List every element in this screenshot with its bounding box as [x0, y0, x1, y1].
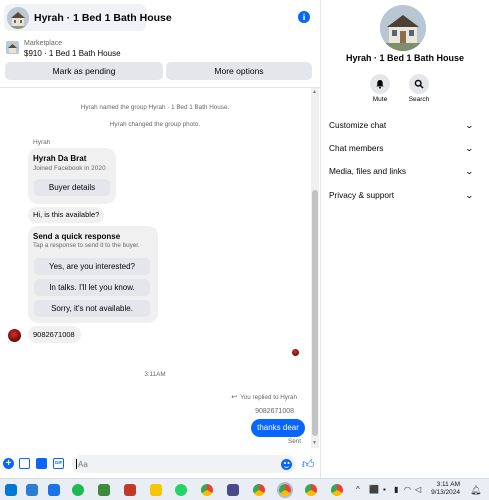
sticker-icon[interactable]	[36, 458, 47, 469]
like-icon[interactable]: 👍︎	[302, 457, 315, 472]
sender-name: Hyrah	[33, 139, 51, 146]
mark-as-pending-button[interactable]: Mark as pending	[5, 62, 163, 80]
wifi-icon[interactable]: ◠	[404, 485, 411, 494]
quick-response-card: Send a quick response Tap a response to …	[28, 226, 158, 323]
message-composer: + GIF 👍︎	[0, 451, 321, 476]
whatsapp-icon[interactable]	[175, 484, 187, 496]
chevron-down-icon: ⌄	[464, 120, 475, 130]
photo-icon[interactable]	[19, 458, 30, 469]
scroll-down-icon[interactable]: ▼	[312, 440, 317, 446]
quick-response-in-talks-button[interactable]: In talks. I'll let you know.	[34, 279, 150, 296]
listing-source: Marketplace	[24, 40, 63, 47]
message-bubble: 9082671008	[28, 326, 81, 343]
message-input[interactable]	[72, 455, 296, 473]
app-icon[interactable]	[26, 484, 38, 496]
chat-pane: Hyrah · 1 Bed 1 Bath House i Marketplace…	[0, 0, 321, 478]
chrome-icon[interactable]	[331, 484, 343, 496]
chevron-down-icon: ⌄	[464, 166, 475, 176]
section-label: Media, files and links	[329, 166, 407, 176]
search-button[interactable]	[409, 74, 429, 94]
reply-note: ↩ You replied to Hyrah	[231, 393, 297, 402]
emoji-icon[interactable]	[281, 459, 292, 470]
info-icon[interactable]: i	[298, 11, 310, 23]
message-bubble: Hi, is this available?	[28, 207, 104, 223]
quick-response-yes-button[interactable]: Yes, are you interested?	[34, 258, 150, 275]
search-icon	[414, 79, 424, 89]
scroll-up-icon[interactable]: ▲	[312, 89, 317, 95]
battery-icon[interactable]: ▮	[394, 485, 398, 494]
avatar[interactable]	[8, 329, 21, 342]
quick-response-not-available-button[interactable]: Sorry, it's not available.	[34, 300, 150, 317]
details-title: Hyrah · 1 Bed 1 Bath House	[345, 53, 465, 63]
spotify-icon[interactable]	[72, 484, 84, 496]
start-icon[interactable]	[5, 484, 17, 496]
chrome-icon[interactable]	[305, 484, 317, 496]
quoted-message: 9082671008	[255, 408, 294, 415]
buyer-joined: Joined Facebook in 2020	[33, 165, 106, 172]
gif-icon[interactable]: GIF	[53, 458, 64, 469]
chat-title-button[interactable]: Hyrah · 1 Bed 1 Bath House	[4, 4, 172, 31]
chat-title: Hyrah · 1 Bed 1 Bath House	[34, 11, 172, 24]
scrollbar-thumb[interactable]	[312, 190, 318, 436]
app-icon[interactable]	[48, 484, 60, 496]
section-label: Privacy & support	[329, 190, 395, 200]
group-photo-large[interactable]	[380, 5, 426, 51]
details-pane: Hyrah · 1 Bed 1 Bath House Mute Search C…	[321, 0, 489, 478]
clock-date: 9/13/2024	[431, 489, 460, 496]
section-customize-chat[interactable]: Customize chat ⌄	[329, 117, 475, 133]
tray-overflow-icon[interactable]: ^	[356, 485, 360, 494]
plus-icon[interactable]: +	[3, 458, 14, 469]
buyer-name: Hyrah Da Brat	[33, 154, 87, 163]
quick-response-subtitle: Tap a response to send it to the buyer.	[33, 242, 140, 249]
app-tray-icon[interactable]: ⬛	[369, 485, 379, 494]
section-chat-members[interactable]: Chat members ⌄	[329, 140, 475, 156]
system-message: Hyrah changed the group photo.	[109, 121, 201, 128]
clock-time: 3:11 AM	[436, 481, 460, 488]
app-icon[interactable]	[124, 484, 136, 496]
chevron-down-icon: ⌄	[464, 143, 475, 153]
listing-thumbnail[interactable]	[6, 41, 19, 54]
search-label: Search	[408, 96, 430, 103]
read-receipt-avatar	[292, 349, 299, 356]
app-icon[interactable]	[227, 484, 239, 496]
section-label: Customize chat	[329, 120, 387, 130]
system-clock[interactable]: 3:11 AM 9/13/2024	[426, 481, 460, 497]
chevron-down-icon: ⌄	[464, 190, 475, 200]
message-timestamp: 3:11AM	[144, 371, 166, 378]
taskbar: ^ ⬛ ▪ ▮ ◠ ◁ 3:11 AM 9/13/2024 🔔︎	[0, 478, 489, 500]
system-message: Hyrah named the group Hyrah · 1 Bed 1 Ba…	[80, 104, 230, 111]
sent-status: Sent	[288, 438, 301, 445]
section-privacy-support[interactable]: Privacy & support ⌄	[329, 187, 475, 203]
buyer-profile-card: Hyrah Da Brat Joined Facebook in 2020 Bu…	[28, 148, 116, 204]
listing-name[interactable]: $910 · 1 Bed 1 Bath House	[24, 49, 121, 58]
reply-note-text: You replied to Hyrah	[240, 393, 297, 401]
bell-icon	[376, 80, 384, 89]
group-photo	[7, 6, 29, 29]
notification-bell-icon[interactable]: 🔔︎	[470, 485, 481, 496]
section-label: Chat members	[329, 143, 384, 153]
sticky-notes-icon[interactable]	[150, 484, 162, 496]
chrome-icon[interactable]	[253, 484, 265, 496]
app-tray-icon[interactable]: ▪	[383, 485, 386, 494]
section-media-files-links[interactable]: Media, files and links ⌄	[329, 163, 475, 179]
more-options-button[interactable]: More options	[166, 62, 312, 80]
volume-icon[interactable]: ◁	[415, 485, 421, 494]
sent-message-bubble: thanks dear	[251, 419, 305, 437]
app-icon[interactable]	[98, 484, 110, 496]
text-caret	[76, 459, 77, 469]
chrome-icon-active[interactable]	[277, 482, 293, 498]
quick-response-title: Send a quick response	[33, 232, 121, 241]
chat-header: Hyrah · 1 Bed 1 Bath House i	[0, 0, 321, 34]
buyer-details-button[interactable]: Buyer details	[34, 179, 110, 196]
chrome-icon[interactable]	[201, 484, 213, 496]
reply-icon: ↩	[231, 394, 238, 401]
mute-button[interactable]	[370, 74, 390, 94]
mute-label: Mute	[372, 96, 388, 103]
listing-banner: Marketplace $910 · 1 Bed 1 Bath House Ma…	[0, 36, 321, 86]
